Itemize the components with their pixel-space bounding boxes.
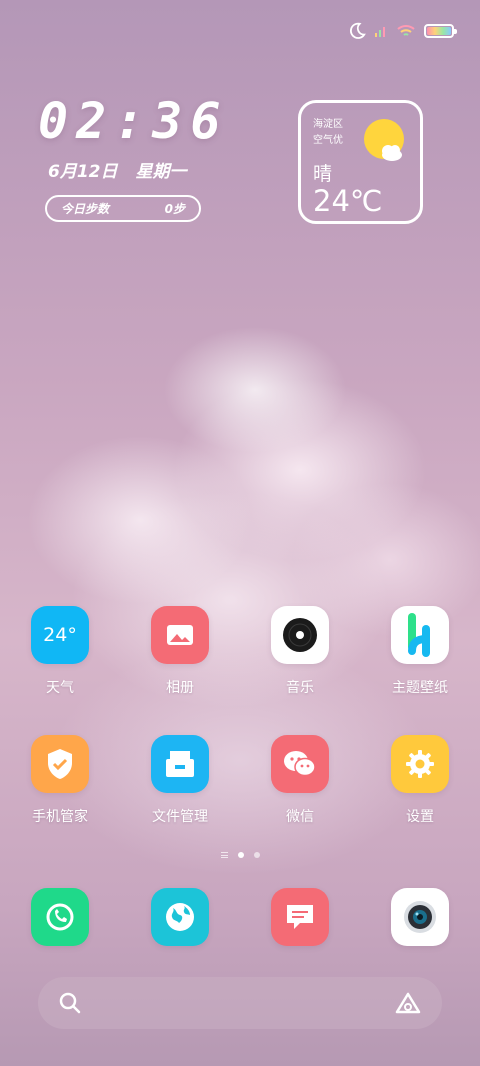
- phone-icon[interactable]: [31, 888, 89, 946]
- app-weather[interactable]: 24° 天气: [0, 606, 120, 697]
- app-label: 音乐: [286, 680, 314, 696]
- app-label: 天气: [46, 680, 74, 696]
- music-icon[interactable]: [271, 606, 329, 664]
- weather-icon-temp: 24°: [43, 624, 77, 646]
- weekday-text: 星期一: [135, 162, 187, 182]
- dock-phone[interactable]: [0, 888, 120, 946]
- signal-icon: [375, 27, 385, 37]
- app-label: 微信: [286, 809, 314, 825]
- battery-icon: [424, 24, 457, 38]
- steps-value: 0步: [164, 202, 185, 216]
- camera-icon[interactable]: [391, 888, 449, 946]
- wechat-icon[interactable]: [271, 735, 329, 793]
- steps-widget[interactable]: 今日步数 0步: [45, 195, 201, 222]
- app-grid-row-2: 手机管家 文件管理 微信 设置: [0, 735, 480, 826]
- dock-camera[interactable]: [360, 888, 480, 946]
- themes-icon[interactable]: [391, 606, 449, 664]
- security-icon[interactable]: [31, 735, 89, 793]
- app-label: 相册: [166, 680, 194, 696]
- page-indicator[interactable]: [0, 852, 480, 858]
- app-label: 设置: [406, 809, 434, 825]
- steps-label: 今日步数: [61, 202, 110, 216]
- app-wechat[interactable]: 微信: [240, 735, 360, 826]
- assistant-icon[interactable]: [394, 991, 422, 1015]
- app-themes[interactable]: 主题壁纸: [360, 606, 480, 697]
- app-label: 手机管家: [32, 809, 88, 825]
- moon-icon: [349, 22, 366, 39]
- app-security[interactable]: 手机管家: [0, 735, 120, 826]
- clock-date: 6月12日 星期一: [48, 157, 187, 182]
- app-label: 主题壁纸: [392, 680, 448, 696]
- file-manager-icon[interactable]: [151, 735, 209, 793]
- date-text: 6月12日: [48, 162, 118, 182]
- page-dot-active: [237, 852, 244, 858]
- wifi-icon: [397, 25, 415, 36]
- search-icon[interactable]: [58, 991, 82, 1015]
- weather-widget[interactable]: 海淀区 空气优 晴 24℃: [298, 100, 423, 224]
- app-settings[interactable]: 设置: [360, 735, 480, 826]
- page-dot: [253, 852, 260, 858]
- browser-icon[interactable]: [151, 888, 209, 946]
- sun-icon: [364, 119, 404, 161]
- clock-time[interactable]: 02:36: [38, 92, 229, 150]
- settings-icon[interactable]: [391, 735, 449, 793]
- dock-messages[interactable]: [240, 888, 360, 946]
- dock-browser[interactable]: [120, 888, 240, 946]
- weather-icon[interactable]: 24°: [31, 606, 89, 664]
- page-list-icon: [220, 852, 228, 858]
- app-file-manager[interactable]: 文件管理: [120, 735, 240, 826]
- status-bar: [348, 20, 457, 42]
- search-bar[interactable]: [38, 977, 442, 1029]
- app-music[interactable]: 音乐: [240, 606, 360, 697]
- weather-temperature: 24℃: [313, 184, 383, 218]
- dock: [0, 888, 480, 946]
- messages-icon[interactable]: [271, 888, 329, 946]
- weather-condition: 晴: [313, 163, 333, 185]
- app-gallery[interactable]: 相册: [120, 606, 240, 697]
- app-grid-row-1: 24° 天气 相册 音乐 主题壁纸: [0, 606, 480, 697]
- app-label: 文件管理: [152, 809, 208, 825]
- gallery-icon[interactable]: [151, 606, 209, 664]
